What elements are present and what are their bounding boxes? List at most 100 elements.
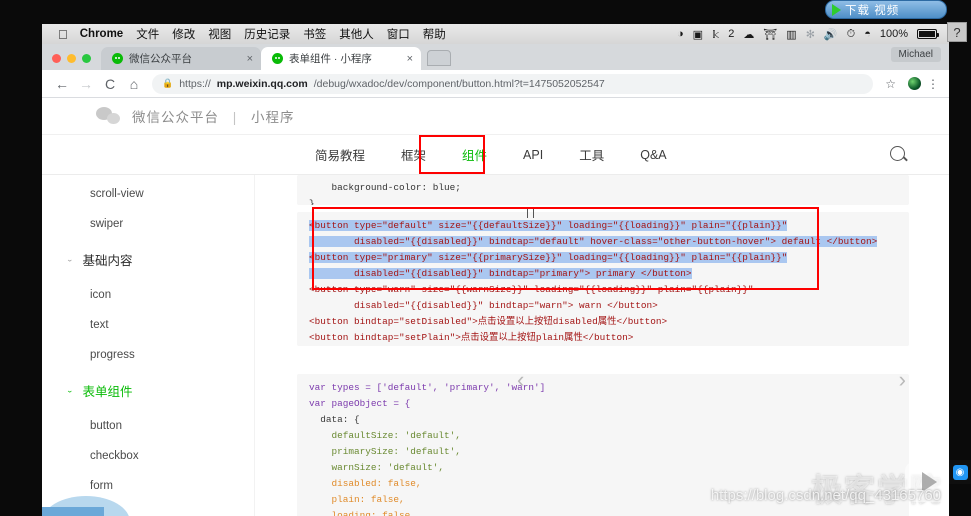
search-icon[interactable] — [890, 146, 905, 161]
brand-separator: | — [232, 110, 238, 125]
bottom-left-accent — [42, 507, 104, 516]
sidebar-item-scroll-view[interactable]: scroll-view — [42, 179, 254, 209]
reload-button[interactable]: C — [98, 72, 122, 96]
forward-button[interactable]: → — [74, 72, 98, 96]
screen-record-icon[interactable]: ▣ — [693, 28, 703, 41]
keyboard-icon[interactable]: ▥ — [786, 28, 796, 41]
menu-view[interactable]: 视图 — [208, 26, 231, 42]
browser-tab-0[interactable]: 微信公众平台 × — [101, 47, 261, 70]
download-video-banner[interactable]: 下载 视频 — [825, 0, 947, 19]
close-tab-0-icon[interactable]: × — [241, 53, 253, 65]
web-page: 微信公众平台 | 小程序 简易教程 框架 组件 API 工具 Q&A scrol… — [42, 98, 949, 516]
menu-file[interactable]: 文件 — [136, 26, 159, 42]
brand-title: 微信公众平台 | 小程序 — [132, 106, 295, 126]
sidebar-item-icon[interactable]: icon — [42, 280, 254, 310]
app-icon[interactable]: 𝕜 — [712, 28, 719, 41]
avatar[interactable] — [908, 77, 921, 90]
url-path: /debug/wxadoc/dev/component/button.html?… — [313, 77, 605, 90]
carousel-prev-icon[interactable]: ‹ — [517, 367, 524, 393]
nav-tab-api[interactable]: API — [505, 148, 561, 162]
apple-icon[interactable]:  — [58, 27, 68, 42]
wxml-line-5: disabled="{{disabled}}" bindtap="warn"> … — [309, 300, 658, 311]
close-window-button[interactable] — [52, 54, 61, 63]
profile-name-chip[interactable]: Michael — [890, 47, 941, 62]
menu-help[interactable]: 帮助 — [423, 26, 446, 42]
wxml-line-1: disabled="{{disabled}}" bindtap="default… — [309, 236, 878, 247]
battery-percent-label: 100% — [879, 28, 908, 40]
sidebar-item-swiper[interactable]: swiper — [42, 209, 254, 239]
js-line-2: data: { — [309, 414, 360, 425]
chrome-menu-icon[interactable]: ⋮ — [927, 78, 941, 90]
maximize-window-button[interactable] — [82, 54, 91, 63]
chevron-down-icon: ⌄ — [66, 255, 74, 264]
brand-name: 微信公众平台 — [132, 110, 219, 125]
sidebar-group-basic-content-label: 基础内容 — [82, 254, 133, 268]
text-cursor-icon — [527, 207, 534, 218]
code-block-css: background-color: blue; } — [297, 175, 909, 205]
close-tab-1-icon[interactable]: × — [401, 53, 413, 65]
mac-menu-bar:  Chrome 文件 修改 视图 历史记录 书签 其他人 窗口 帮助 ◑ ▣ … — [42, 24, 949, 44]
js-line-5: warnSize: 'default', — [309, 462, 445, 473]
wechat-favicon — [112, 53, 123, 64]
sidebar-group-form-components[interactable]: ⌄ 表单组件 — [42, 370, 254, 411]
docker-icon[interactable]: ⛩ — [763, 28, 777, 41]
help-badge[interactable]: ? — [947, 22, 967, 42]
wxml-line-6: <button bindtap="setDisabled">点击设置以上按钮di… — [309, 316, 668, 327]
browser-tab-1[interactable]: 表单组件 · 小程序 × — [261, 47, 421, 70]
js-line-4: primarySize: 'default', — [309, 446, 461, 457]
moon-icon[interactable]: ◑ — [677, 28, 684, 40]
js-line-8: loading: false — [309, 510, 411, 516]
volume-icon[interactable]: 🔊 — [824, 28, 838, 41]
wxml-line-4: <button type="warn" size="{{warnSize}}" … — [309, 284, 754, 295]
menu-bookmarks[interactable]: 书签 — [303, 26, 326, 42]
address-bar[interactable]: 🔒 https:// mp.weixin.qq.com/debug/wxadoc/… — [152, 73, 874, 94]
carousel-next-icon[interactable]: › — [899, 367, 906, 393]
timemachine-icon[interactable]: ⏱ — [847, 28, 856, 41]
side-app-icon[interactable]: ◉ — [949, 460, 971, 484]
js-line-0: var types = ['default', 'primary', 'warn… — [309, 382, 546, 393]
js-line-7: plain: false, — [309, 494, 405, 505]
bluetooth-icon[interactable]: ✻ — [806, 28, 815, 41]
wxml-line-0: <button type="default" size="{{defaultSi… — [309, 220, 788, 231]
menu-chrome[interactable]: Chrome — [80, 28, 123, 40]
browser-tab-1-title: 表单组件 · 小程序 — [289, 53, 372, 65]
badge-count: 2 — [728, 28, 735, 40]
nav-tab-tools[interactable]: 工具 — [561, 145, 622, 164]
chrome-window: 微信公众平台 × 表单组件 · 小程序 × Michael ← → C ⌂ 🔒 … — [42, 44, 949, 516]
home-button[interactable]: ⌂ — [122, 72, 146, 96]
nav-tab-components[interactable]: 组件 — [444, 145, 505, 164]
window-controls — [48, 54, 101, 70]
nav-tab-tutorial[interactable]: 简易教程 — [297, 145, 383, 164]
wxml-line-7: <button bindtap="setPlain">点击设置以上按钮plain… — [309, 332, 634, 343]
nav-tab-qa[interactable]: Q&A — [622, 148, 684, 162]
brand-product: 小程序 — [251, 110, 295, 125]
code-block-wxml[interactable]: <button type="default" size="{{defaultSi… — [297, 212, 909, 346]
wifi-icon[interactable]: ◓ — [864, 28, 871, 40]
back-button[interactable]: ← — [50, 72, 74, 96]
sidebar-item-checkbox[interactable]: checkbox — [42, 441, 254, 471]
url-host: mp.weixin.qq.com — [216, 77, 308, 90]
browser-app-glyph: ◉ — [952, 464, 968, 480]
sidebar-item-text[interactable]: text — [42, 310, 254, 340]
menu-window[interactable]: 窗口 — [387, 26, 410, 42]
sidebar-item-progress[interactable]: progress — [42, 340, 254, 370]
menu-edit[interactable]: 修改 — [172, 26, 195, 42]
cloud-icon[interactable]: ☁ — [743, 28, 754, 41]
minimize-window-button[interactable] — [67, 54, 76, 63]
play-icon — [832, 3, 841, 16]
new-tab-button[interactable] — [427, 50, 451, 66]
nav-tab-framework[interactable]: 框架 — [383, 145, 444, 164]
sidebar-group-basic-content[interactable]: ⌄ 基础内容 — [42, 239, 254, 280]
wxml-line-2: <button type="primary" size="{{primarySi… — [309, 252, 788, 263]
menu-people[interactable]: 其他人 — [339, 26, 374, 42]
browser-tab-0-title: 微信公众平台 — [129, 53, 192, 65]
site-header: 微信公众平台 | 小程序 — [42, 98, 949, 135]
battery-icon[interactable] — [917, 29, 939, 39]
menu-history[interactable]: 历史记录 — [244, 26, 290, 42]
sidebar-group-form-components-label: 表单组件 — [82, 385, 133, 399]
sidebar-item-button[interactable]: button — [42, 411, 254, 441]
site-nav: 简易教程 框架 组件 API 工具 Q&A — [42, 135, 949, 175]
bookmark-star-icon[interactable]: ☆ — [879, 77, 902, 91]
sidebar: scroll-view swiper ⌄ 基础内容 icon text prog… — [42, 175, 255, 516]
omnibox-toolbar: ← → C ⌂ 🔒 https:// mp.weixin.qq.com/debug… — [42, 70, 949, 98]
